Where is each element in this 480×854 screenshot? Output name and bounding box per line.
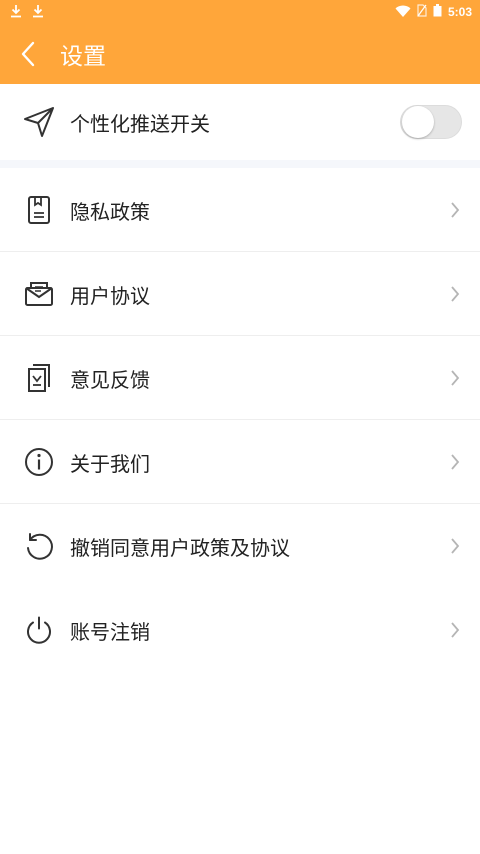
chevron-right-icon — [448, 368, 462, 388]
feedback-icon — [22, 361, 56, 395]
menu-item-privacy-policy[interactable]: 隐私政策 — [0, 168, 480, 252]
download-icon — [10, 3, 22, 22]
menu-item-feedback[interactable]: 意见反馈 — [0, 336, 480, 420]
toggle-knob — [402, 106, 434, 138]
undo-icon — [22, 529, 56, 563]
menu-item-label: 意见反馈 — [70, 367, 150, 392]
chevron-right-icon — [448, 200, 462, 220]
battery-icon — [433, 4, 442, 20]
push-setting-label: 个性化推送开关 — [70, 111, 210, 136]
wifi-icon — [395, 5, 411, 20]
menu-item-about-us[interactable]: 关于我们 — [0, 420, 480, 504]
back-button[interactable] — [0, 24, 56, 84]
menu-item-label: 隐私政策 — [70, 199, 150, 224]
app-bar: 设置 — [0, 24, 480, 84]
chevron-right-icon — [448, 620, 462, 640]
menu-item-label: 账号注销 — [70, 619, 150, 644]
page-title: 设置 — [60, 44, 106, 70]
push-toggle[interactable] — [400, 105, 462, 139]
power-icon — [22, 613, 56, 647]
chevron-right-icon — [448, 452, 462, 472]
section-gap — [0, 160, 480, 168]
chevron-right-icon — [448, 536, 462, 556]
document-icon — [22, 193, 56, 227]
chevron-right-icon — [448, 284, 462, 304]
menu-item-label: 用户协议 — [70, 283, 150, 308]
clock-time: 5:03 — [447, 5, 472, 19]
back-arrow-icon — [21, 41, 35, 67]
menu-item-label: 撤销同意用户政策及协议 — [70, 535, 290, 560]
download-icon — [32, 3, 44, 22]
menu-item-user-agreement[interactable]: 用户协议 — [0, 252, 480, 336]
send-icon — [22, 105, 56, 139]
envelope-icon — [22, 277, 56, 311]
menu-item-delete-account[interactable]: 账号注销 — [0, 588, 480, 672]
push-setting-row: 个性化推送开关 — [0, 84, 480, 160]
menu-item-revoke-consent[interactable]: 撤销同意用户政策及协议 — [0, 504, 480, 588]
info-icon — [22, 445, 56, 479]
status-bar: 5:03 — [0, 0, 480, 24]
no-sim-icon — [417, 4, 427, 20]
menu-item-label: 关于我们 — [70, 451, 150, 476]
